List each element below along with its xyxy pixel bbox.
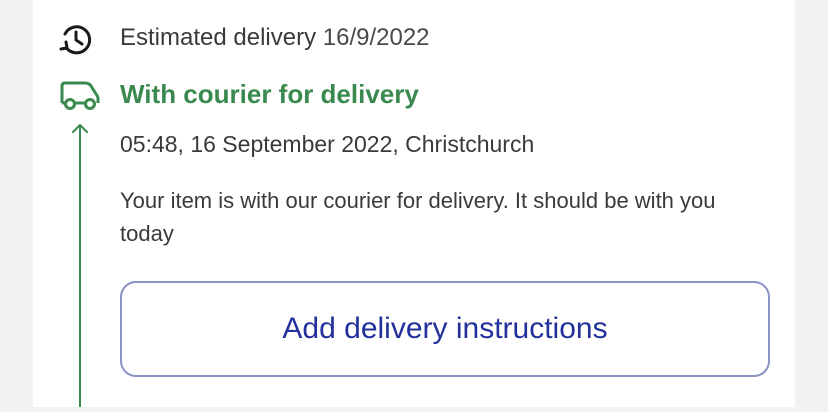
add-delivery-instructions-label: Add delivery instructions — [282, 312, 608, 345]
clock-icon — [58, 22, 94, 58]
add-delivery-instructions-button[interactable]: Add delivery instructions — [120, 281, 770, 377]
estimated-delivery-label: Estimated delivery — [120, 24, 317, 51]
status-title: With courier for delivery — [120, 79, 419, 109]
status-timestamp-location: 05:48, 16 September 2022, Christchurch — [120, 131, 535, 157]
timeline-line — [70, 122, 90, 407]
estimated-delivery: Estimated delivery 16/9/2022 — [120, 20, 430, 56]
status-description: Your item is with our courier for delive… — [120, 188, 716, 246]
delivery-van-icon — [58, 80, 100, 112]
estimated-delivery-date: 16/9/2022 — [322, 24, 430, 51]
